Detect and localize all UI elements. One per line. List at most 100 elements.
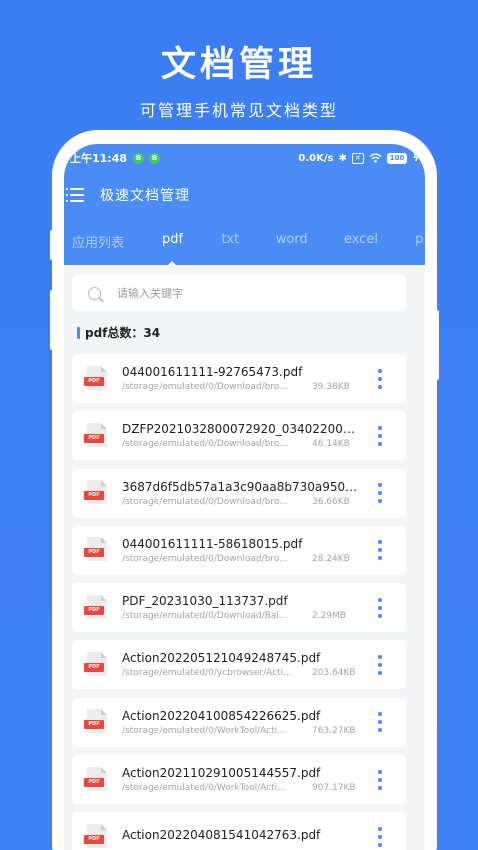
tab-pdf[interactable]: pdf: [161, 232, 221, 267]
promo-subtitle: 可管理手机常见文档类型: [139, 101, 338, 120]
file-info: Action202110291005144557.pdf/storage/emu…: [122, 766, 370, 793]
file-info: 044001611111-92765473.pdf/storage/emulat…: [122, 365, 370, 392]
app-screen: 上午11:48 B B 0.0K/s ✱ ✕ 100 ϟ 极速文档管理 应用列表…: [64, 144, 425, 850]
pdf-file-icon: PDF: [84, 823, 108, 850]
pdf-icon-label: PDF: [84, 834, 104, 844]
pdf-count-label: pdf总数：34: [85, 326, 161, 340]
pdf-file-icon: PDF: [84, 422, 108, 449]
file-meta: /storage/emulated/0/Download/Bai... 2.29M…: [122, 611, 370, 621]
app-title: 极速文档管理: [100, 188, 190, 204]
more-options-icon[interactable]: [370, 483, 390, 504]
notification-icon: B: [133, 152, 145, 164]
tab-ppt-partial[interactable]: p: [415, 232, 425, 252]
more-options-icon[interactable]: [370, 769, 390, 790]
file-name: 3687d6f5db57a1a3c90aa8b730a950e...: [122, 479, 362, 494]
tab-excel[interactable]: excel: [344, 232, 415, 252]
toolbar: 极速文档管理: [66, 184, 425, 206]
file-list-item[interactable]: PDF 044001611111-58618015.pdf/storage/emu…: [72, 525, 406, 575]
category-tabs: 应用列表 pdf txt word excel p: [72, 232, 425, 267]
pdf-icon-label: PDF: [84, 720, 104, 730]
pdf-icon-label: PDF: [84, 605, 104, 615]
file-path: /storage/emulated/0/Download/bro...: [122, 496, 288, 507]
search-icon: [88, 286, 101, 300]
more-options-icon[interactable]: [370, 425, 390, 446]
file-info: Action202204100854226625.pdf/storage/emu…: [122, 709, 370, 736]
pdf-count: pdf总数：34: [77, 324, 160, 341]
file-info: Action202204081541042763.pdf: [122, 828, 370, 845]
file-meta: /storage/emulated/0/WorkTool/Acti... 763.…: [122, 726, 370, 736]
network-speed: 0.0K/s: [298, 152, 334, 164]
phone-side-button-left: [50, 230, 56, 260]
pdf-icon-label: PDF: [84, 662, 104, 672]
more-options-icon[interactable]: [370, 654, 390, 675]
search-bar[interactable]: [72, 275, 406, 311]
pdf-file-icon: PDF: [84, 537, 108, 563]
file-list-item[interactable]: PDF DZFP2021032800072920_0340220001... /st…: [72, 411, 406, 461]
pdf-file-icon: PDF: [84, 766, 108, 793]
file-list-item[interactable]: PDF 044001611111-92765473.pdf/storage/emu…: [72, 354, 406, 403]
pdf-file-icon: PDF: [84, 365, 108, 392]
notification-icon-2: B: [149, 152, 161, 164]
more-options-icon[interactable]: [370, 826, 390, 847]
section-marker: [77, 326, 80, 339]
pdf-icon-label: PDF: [84, 433, 104, 443]
file-name: DZFP2021032800072920_0340220001...: [122, 422, 362, 437]
file-name: Action202204081541042763.pdf: [122, 828, 321, 843]
file-meta: /storage/emulated/0/WorkTool/Acti... 907.…: [122, 783, 370, 793]
file-size: 907.17KB: [312, 783, 356, 794]
file-size: 36.66KB: [312, 496, 350, 507]
file-info: 3687d6f5db57a1a3c90aa8b730a950e... /stora…: [122, 480, 370, 507]
more-options-icon[interactable]: [370, 712, 390, 733]
pdf-file-icon: PDF: [84, 709, 108, 735]
status-right: 0.0K/s ✱ ✕ 100 ϟ: [298, 152, 419, 164]
file-meta: /storage/emulated/0/Download/bro... 39.38…: [122, 382, 370, 392]
file-info: DZFP2021032800072920_0340220001... /stora…: [122, 422, 370, 449]
more-options-icon[interactable]: [370, 368, 390, 389]
pdf-file-icon: PDF: [84, 594, 108, 621]
file-size: 28.24KB: [312, 553, 350, 564]
file-list-item[interactable]: PDF Action202110291005144557.pdf/storage/…: [72, 755, 406, 805]
file-list-item[interactable]: PDF PDF_20231030_113737.pdf/storage/emula…: [72, 583, 406, 633]
file-meta: /storage/emulated/0/Download/bro... 28.24…: [122, 554, 370, 564]
pdf-icon-label: PDF: [84, 376, 104, 386]
tab-txt[interactable]: txt: [221, 232, 275, 252]
file-info: PDF_20231030_113737.pdf/storage/emulated…: [122, 594, 370, 621]
pdf-icon-label: PDF: [84, 777, 104, 787]
tab-pdf-label: pdf: [161, 232, 184, 247]
file-list: PDF 044001611111-92765473.pdf/storage/emu…: [72, 354, 406, 850]
file-name: 044001611111-58618015.pdf: [122, 536, 303, 551]
pdf-file-icon: PDF: [84, 480, 108, 506]
file-meta: /storage/emulated/0/Download/bro... 36.66…: [122, 497, 370, 507]
file-path: /storage/emulated/0/Download/bro...: [122, 439, 288, 450]
pdf-icon-label: PDF: [84, 548, 104, 558]
file-list-item[interactable]: PDF 3687d6f5db57a1a3c90aa8b730a950e... /st…: [72, 468, 406, 518]
file-list-item[interactable]: PDF Action202205121049248745.pdf/storage/…: [72, 640, 406, 690]
file-info: 044001611111-58618015.pdf/storage/emulat…: [122, 537, 370, 564]
file-path: /storage/emulated/0/Download/bro...: [122, 553, 288, 564]
pdf-icon-label: PDF: [84, 491, 104, 501]
file-meta: /storage/emulated/0/Download/bro... 46.14…: [122, 439, 370, 449]
file-info: Action202205121049248745.pdf/storage/emu…: [122, 651, 370, 678]
file-path: /storage/emulated/0/WorkTool/Acti...: [122, 783, 286, 794]
bluetooth-icon: ✱: [338, 152, 347, 164]
tab-word[interactable]: word: [276, 232, 344, 252]
file-path: /storage/emulated/0/Download/bro...: [122, 382, 288, 392]
file-list-item[interactable]: PDF Action202204100854226625.pdf/storage/…: [72, 697, 406, 747]
file-size: 46.14KB: [312, 439, 350, 450]
file-path: /storage/emulated/0/Download/Bai...: [122, 611, 288, 622]
file-list-item[interactable]: PDF Action202204081541042763.pdf: [72, 812, 406, 850]
more-options-icon[interactable]: [370, 540, 390, 561]
file-path: /storage/emulated/0/WorkTool/Acti...: [122, 725, 286, 736]
tab-app-list[interactable]: 应用列表: [72, 232, 162, 252]
hamburger-menu-icon[interactable]: [66, 188, 84, 202]
more-options-icon[interactable]: [370, 597, 390, 618]
charging-icon: ϟ: [412, 152, 419, 164]
file-size: 763.27KB: [312, 725, 356, 736]
file-size: 39.38KB: [312, 382, 350, 392]
phone-side-button-right: [433, 310, 439, 380]
search-input[interactable]: [117, 286, 377, 300]
file-name: Action202110291005144557.pdf: [122, 766, 321, 781]
status-bar: 上午11:48 B B 0.0K/s ✱ ✕ 100 ϟ: [70, 150, 419, 166]
file-name: Action202205121049248745.pdf: [122, 651, 321, 666]
file-size: 2.29MB: [312, 611, 346, 622]
